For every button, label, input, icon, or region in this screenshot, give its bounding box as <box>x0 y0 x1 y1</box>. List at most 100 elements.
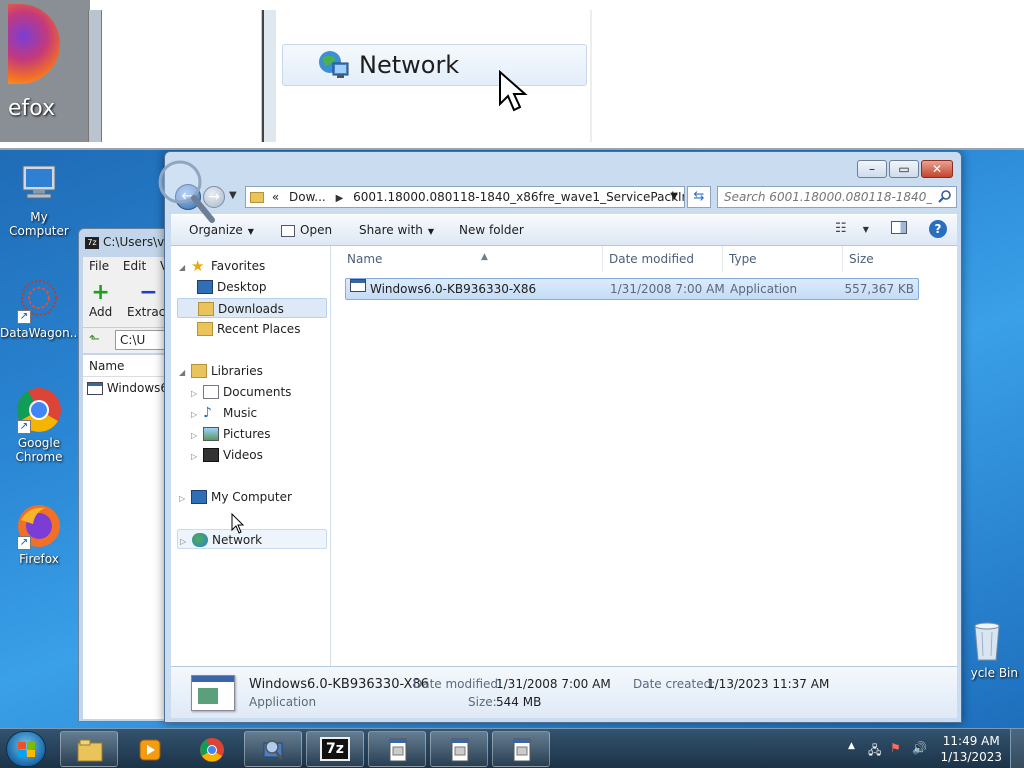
navigation-row: ← → ▼ « Dow... ▶ 6001.18000.080118-1840_… <box>171 184 957 210</box>
up-folder-icon[interactable]: ⬑ <box>89 332 100 347</box>
explorer-window[interactable]: – ▭ ✕ ← → ▼ « Dow... ▶ 6001.18000.080118… <box>164 151 962 723</box>
open-button[interactable]: Open <box>281 223 332 237</box>
chevron-down-icon: ▼ <box>862 225 869 234</box>
sevenzip-address-bar[interactable]: ⬑ C:\U <box>83 327 173 353</box>
tree-item-libraries[interactable]: ◢ Libraries <box>179 361 263 381</box>
network-status-icon[interactable]: 🖧 <box>868 741 881 762</box>
search-input[interactable] <box>718 187 932 207</box>
tree-item-desktop[interactable]: Desktop <box>197 277 267 297</box>
star-icon: ★ <box>191 256 205 275</box>
details-file-type: Application <box>249 695 317 709</box>
breadcrumb-overflow[interactable]: « <box>272 190 279 204</box>
magnifier-icon <box>263 740 283 760</box>
expand-arrow-icon[interactable]: ▷ <box>191 405 203 425</box>
add-button[interactable]: + Add <box>89 280 112 320</box>
recent-pages-dropdown[interactable]: ▼ <box>229 190 237 201</box>
column-header-type[interactable]: Type <box>723 246 843 272</box>
desktop-icon-my-computer[interactable]: My Computer <box>0 160 78 238</box>
show-hidden-icons-icon[interactable]: ▲ <box>848 741 855 751</box>
expand-arrow-icon[interactable]: ▷ <box>179 489 191 509</box>
share-with-button[interactable]: Share with ▼ <box>359 223 434 237</box>
expand-arrow-icon[interactable]: ◢ <box>179 363 191 383</box>
start-button[interactable] <box>6 731 46 767</box>
expand-arrow-icon[interactable]: ▷ <box>191 384 203 404</box>
column-header-date-modified[interactable]: Date modified <box>603 246 723 272</box>
computer-icon <box>191 489 207 504</box>
magnified-network-label: Network <box>359 51 460 79</box>
clock[interactable]: 11:49 AM 1/13/2023 <box>940 733 1002 765</box>
minimize-button[interactable]: – <box>857 160 887 178</box>
search-box[interactable] <box>717 186 957 208</box>
computer-icon <box>15 160 63 208</box>
tree-item-documents[interactable]: ▷ Documents <box>191 382 291 402</box>
taskbar-installer-button-2[interactable] <box>430 731 488 767</box>
taskbar-magnifier-button[interactable] <box>244 731 302 767</box>
tree-item-network[interactable]: ▷ Network <box>177 529 327 549</box>
navigation-pane[interactable]: ◢ ★ Favorites Desktop Downloads Recent Pla… <box>171 246 331 666</box>
menu-edit[interactable]: Edit <box>123 259 146 273</box>
help-button[interactable]: ? <box>929 220 947 238</box>
close-button[interactable]: ✕ <box>921 160 953 178</box>
change-view-button[interactable]: ☷ ▼ <box>835 221 869 236</box>
tree-item-downloads[interactable]: Downloads <box>177 298 327 318</box>
breadcrumb-downloads[interactable]: Dow... <box>289 190 326 204</box>
downloads-folder-icon <box>198 301 214 316</box>
taskbar-explorer-button[interactable] <box>60 731 118 767</box>
expand-arrow-icon[interactable]: ▷ <box>191 447 203 467</box>
breadcrumb-current-folder[interactable]: 6001.18000.080118-1840_x86fre_wave1_Serv… <box>353 190 684 204</box>
file-type: Application <box>730 282 798 296</box>
taskbar-installer-button-3[interactable] <box>492 731 550 767</box>
new-folder-button[interactable]: New folder <box>459 223 524 237</box>
tree-item-favorites[interactable]: ◢ ★ Favorites <box>179 256 265 276</box>
address-bar[interactable]: « Dow... ▶ 6001.18000.080118-1840_x86fre… <box>245 186 685 208</box>
breadcrumb-separator-icon[interactable]: ▶ <box>336 193 344 204</box>
address-dropdown-icon[interactable]: ▼ <box>670 187 678 207</box>
magnified-list-column <box>102 10 262 142</box>
magnified-cursor-icon <box>499 70 528 112</box>
column-header-size[interactable]: Size <box>843 246 919 272</box>
taskbar-media-player-button[interactable] <box>120 731 178 767</box>
menu-file[interactable]: File <box>89 259 109 273</box>
action-center-icon[interactable]: ⚑ <box>890 741 901 755</box>
file-date-modified: 1/31/2008 7:00 AM <box>610 282 725 296</box>
file-name: Windows6.0-KB936330-X86 <box>370 282 537 296</box>
view-list-icon: ☷ <box>835 221 847 236</box>
tree-item-my-computer[interactable]: ▷ My Computer <box>179 487 292 507</box>
sevenzip-column-name[interactable]: Name <box>83 355 173 377</box>
sevenzip-logo-icon: 7z <box>85 236 99 249</box>
media-player-icon <box>139 739 161 761</box>
desktop-icon-datawagon[interactable]: ↗ DataWagon... <box>0 276 81 340</box>
videos-icon <box>203 447 219 462</box>
volume-icon[interactable]: 🔊 <box>912 741 927 755</box>
desktop-icon-firefox[interactable]: ↗ Firefox <box>0 502 78 566</box>
organize-button[interactable]: Organize ▼ <box>189 223 254 237</box>
sevenzip-file-list[interactable]: Name Windows6 <box>83 355 173 719</box>
tree-item-music[interactable]: ▷ ♪ Music <box>191 403 257 423</box>
recycle-bin-icon <box>963 616 1011 664</box>
tree-item-recent-places[interactable]: Recent Places <box>197 319 300 339</box>
command-bar: Organize ▼ Open Share with ▼ New folder ☷ … <box>171 214 957 246</box>
desktop-icon-google-chrome[interactable]: ↗ Google Chrome <box>0 386 78 464</box>
music-icon: ♪ <box>203 404 212 421</box>
sevenzip-title: 7z C:\Users\v <box>85 235 164 249</box>
taskbar-chrome-button[interactable] <box>182 731 240 767</box>
recent-places-icon <box>197 321 213 336</box>
refresh-button[interactable]: ⇆ <box>687 186 711 208</box>
plus-icon: + <box>91 280 110 305</box>
file-list[interactable]: Name ▲ Date modified Type Size Windows6.… <box>331 246 957 666</box>
sevenzip-window[interactable]: 7zC:\Users\v File Edit V + Add − Extract… <box>78 228 178 722</box>
table-row[interactable]: Windows6.0-KB936330-X86 1/31/2008 7:00 A… <box>345 278 919 300</box>
maximize-button[interactable]: ▭ <box>889 160 919 178</box>
tree-item-videos[interactable]: ▷ Videos <box>191 445 263 465</box>
column-header-name[interactable]: Name ▲ <box>341 246 603 272</box>
pictures-icon <box>203 426 219 441</box>
expand-arrow-icon[interactable]: ▷ <box>180 532 192 552</box>
preview-pane-button[interactable] <box>891 221 907 238</box>
list-item[interactable]: Windows6 <box>83 377 173 399</box>
taskbar-installer-button-1[interactable] <box>368 731 426 767</box>
expand-arrow-icon[interactable]: ▷ <box>191 426 203 446</box>
expand-arrow-icon[interactable]: ◢ <box>179 258 191 278</box>
taskbar-7zip-button[interactable]: 7z <box>306 731 364 767</box>
show-desktop-button[interactable] <box>1010 729 1024 768</box>
tree-item-pictures[interactable]: ▷ Pictures <box>191 424 271 444</box>
